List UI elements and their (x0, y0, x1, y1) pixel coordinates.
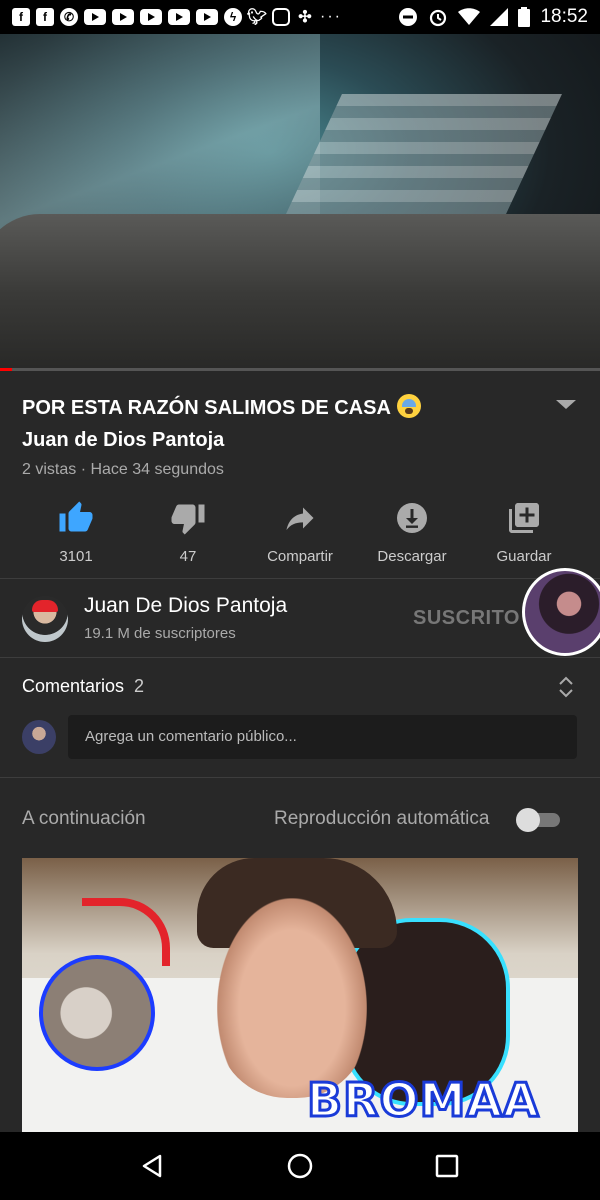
whatsapp-icon: ✆ (60, 8, 78, 26)
like-count: 3101 (59, 548, 93, 565)
save-label: Guardar (496, 548, 552, 565)
youtube-icon (112, 9, 134, 25)
dislike-button[interactable]: 47 (132, 500, 244, 565)
youtube-icon (84, 9, 106, 25)
channel-subscriber-count: 19.1 M de suscriptores (84, 625, 236, 642)
fearful-face-emoji-icon (396, 394, 421, 418)
clock: 18:52 (540, 6, 588, 27)
autoplay-toggle[interactable] (516, 808, 562, 832)
notification-icons: f f ✆ ϟ 🐦︎ ✣ ··· (12, 8, 398, 26)
subscribed-button[interactable]: SUSCRITO (413, 607, 520, 630)
download-label: Descargar (377, 548, 447, 565)
like-button[interactable]: 3101 (20, 500, 132, 565)
video-frame-sofa (0, 214, 600, 370)
up-next-label: A continuación (22, 808, 146, 829)
battery-icon (518, 7, 531, 27)
save-button[interactable]: Guardar (468, 500, 580, 565)
thumbnail-text: BROMAA (306, 1072, 541, 1129)
video-title-text: POR ESTA RAZÓN SALIMOS DE CASA (22, 397, 391, 419)
add-to-playlist-icon (509, 503, 539, 533)
youtube-icon (196, 9, 218, 25)
video-progress-bar[interactable] (0, 368, 600, 371)
wifi-icon (458, 8, 481, 25)
signal-icon (490, 8, 509, 26)
thumbnail-inset-circle (39, 955, 155, 1071)
twitter-icon: 🐦︎ (246, 9, 268, 26)
video-title-text-line2: Juan de Dios Pantoja (22, 429, 225, 451)
video-actions: 3101 47 Compartir Descargar Guardar (20, 500, 580, 565)
divider (0, 657, 600, 658)
thumbnail-face (217, 898, 367, 1098)
autoplay-label: Reproducción automática (274, 808, 490, 829)
channel-avatar[interactable] (22, 596, 68, 642)
status-bar: f f ✆ ϟ 🐦︎ ✣ ··· 18:52 (0, 0, 600, 34)
floating-chat-head-avatar[interactable] (522, 568, 600, 656)
download-icon (397, 503, 427, 533)
facebook-icon: f (12, 8, 30, 26)
back-button[interactable] (133, 1146, 173, 1186)
comment-input[interactable]: Agrega un comentario público... (68, 715, 577, 759)
channel-name[interactable]: Juan De Dios Pantoja (84, 594, 287, 618)
video-progress-fill (0, 368, 12, 371)
youtube-icon (168, 9, 190, 25)
video-player[interactable] (0, 34, 600, 370)
youtube-icon (140, 9, 162, 25)
divider (0, 777, 600, 778)
thumbs-up-icon (59, 501, 93, 532)
download-button[interactable]: Descargar (356, 500, 468, 565)
instagram-icon (272, 8, 290, 26)
comments-count: 2 (134, 676, 145, 696)
messenger-icon: ϟ (224, 8, 242, 26)
video-title[interactable]: POR ESTA RAZÓN SALIMOS DE CASA Juan de D… (22, 392, 542, 456)
user-avatar (22, 720, 56, 754)
dislike-count: 47 (179, 548, 197, 565)
expand-comments-icon[interactable] (557, 675, 575, 699)
share-icon (286, 507, 314, 530)
divider (0, 578, 600, 579)
navigation-bar (0, 1132, 600, 1200)
share-button[interactable]: Compartir (244, 500, 356, 565)
alarm-icon (430, 9, 447, 27)
back-triangle-icon (143, 1154, 162, 1178)
home-circle-icon (287, 1153, 313, 1179)
recents-button[interactable] (427, 1146, 467, 1186)
autoplay-toggle-knob (516, 808, 540, 832)
video-meta: 2 vistas · Hace 34 segundos (22, 461, 224, 478)
comments-header[interactable]: Comentarios 2 (22, 676, 144, 697)
home-button[interactable] (280, 1146, 320, 1186)
facebook-icon: f (36, 8, 54, 26)
comments-heading: Comentarios (22, 676, 125, 696)
do-not-disturb-icon (399, 8, 418, 26)
more-notifications-icon: ··· (320, 8, 342, 25)
pinwheel-icon: ✣ (298, 9, 312, 26)
recents-square-icon (435, 1154, 458, 1178)
share-label: Compartir (267, 548, 333, 565)
expand-description-icon[interactable] (556, 400, 576, 409)
thumbs-down-icon (171, 504, 205, 535)
next-video-thumbnail[interactable]: BROMAA (22, 858, 578, 1132)
